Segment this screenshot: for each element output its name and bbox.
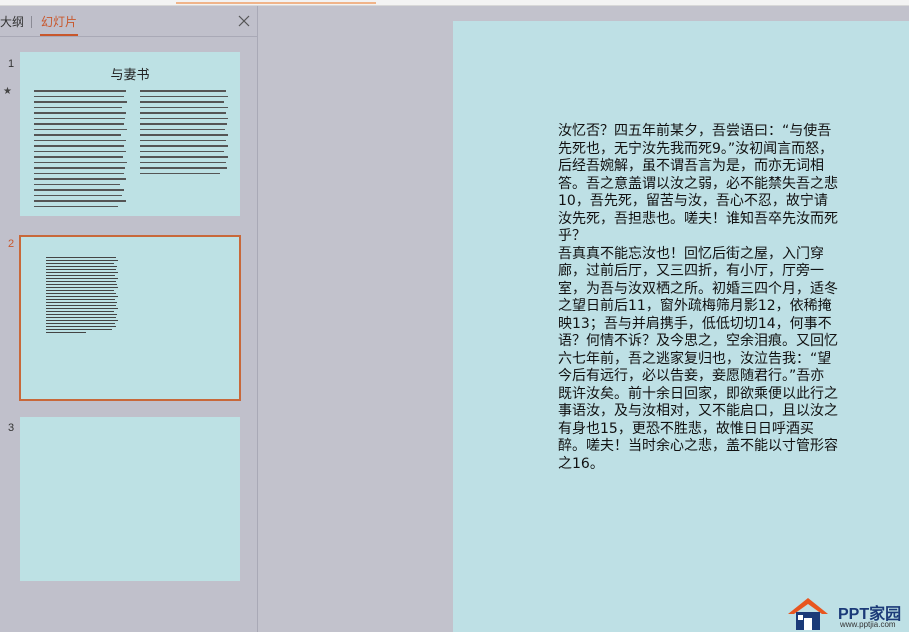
brand-logo: PPT家园 www.pptjia.com xyxy=(784,596,909,632)
star-icon: ★ xyxy=(3,86,12,97)
tab-separator xyxy=(31,16,32,28)
panel-tabs: 大纲 幻灯片 xyxy=(0,6,257,37)
slide-number-3: 3 xyxy=(8,422,15,434)
slide-canvas[interactable]: 汝忆否？四五年前某夕，吾尝语曰：“与使吾先死也，无宁汝先我而死9。”汝初闻言而怒… xyxy=(453,21,909,632)
house-logo-icon xyxy=(788,598,828,630)
slide-thumbnail-3[interactable] xyxy=(20,417,240,581)
thumbnail-text-block xyxy=(46,257,118,335)
logo-url-text: www.pptjia.com xyxy=(840,620,896,629)
tab-slides-underline xyxy=(40,34,78,36)
tab-slides[interactable]: 幻灯片 xyxy=(41,15,77,29)
app-window: 大纲 幻灯片 1 ★ 与妻书 2 3 汝忆否？四五年前某夕，吾尝语曰：“与使吾先… xyxy=(0,0,909,632)
slide-number-1: 1 xyxy=(8,58,15,70)
active-tab-accent xyxy=(176,2,376,4)
thumbnail-text-column-left xyxy=(34,90,128,211)
thumbnail-title: 与妻书 xyxy=(110,68,150,83)
slide-thumbnail-1[interactable]: 与妻书 xyxy=(20,52,240,216)
thumbnail-text-column-right xyxy=(140,90,230,178)
close-icon[interactable] xyxy=(237,14,251,28)
slide-panel: 大纲 幻灯片 1 ★ 与妻书 2 3 xyxy=(0,6,258,632)
slide-number-2: 2 xyxy=(8,238,15,250)
slide-thumbnail-2[interactable] xyxy=(19,235,241,401)
slide-body-text[interactable]: 汝忆否？四五年前某夕，吾尝语曰：“与使吾先死也，无宁汝先我而死9。”汝初闻言而怒… xyxy=(558,123,838,473)
tab-outline[interactable]: 大纲 xyxy=(0,15,24,29)
